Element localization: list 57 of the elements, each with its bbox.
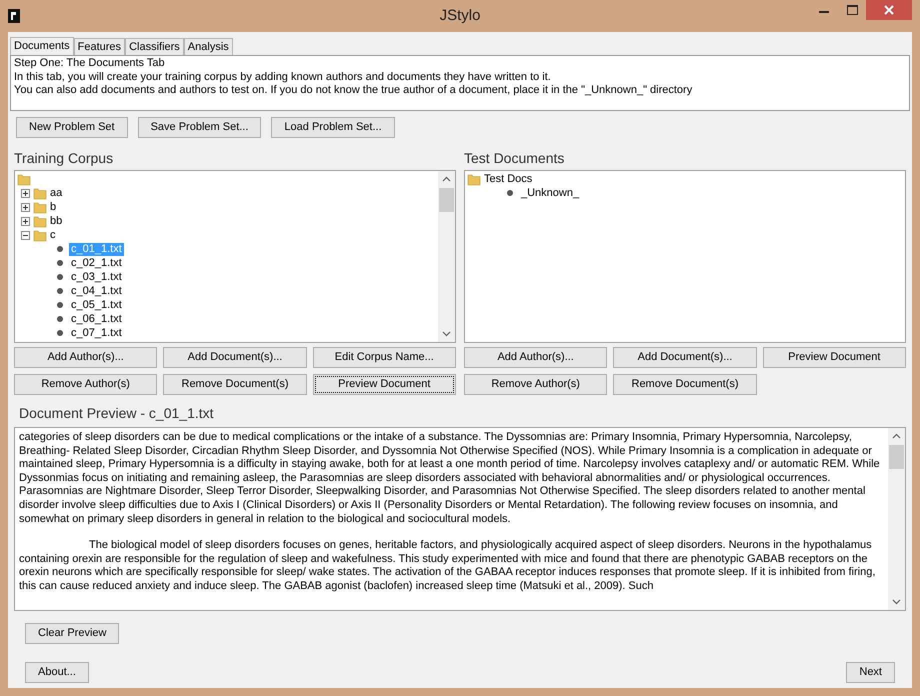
- preview-paragraph: The biological model of sleep disorders focuses on genes, heritable factors, and physiologically acquired aspect of sleep disorders. Neurons in the hypothalamus containing orexin are responsible for the regulation of sleep and wakefulness. This study experimented with mice and found that there are phenotypic GABAB receptors on the orexin neurons which are specifically responsible for sleep/ wake states. The activation of the GABAA receptor induces responses that promote sleep. If it is inhibited from firing, this can cause reduced anxiety and induce sleep. The GABAB agonist (baclofen) increased sleep time (Matsuki et al., 2009). Such: [19, 539, 876, 594]
- button[interactable]: Save Problem Set...: [138, 117, 262, 138]
- folder-icon: [33, 228, 47, 242]
- tree-item[interactable]: c_07_1.txt: [69, 326, 124, 340]
- scrollbar[interactable]: [888, 428, 905, 610]
- app-icon: [8, 9, 20, 23]
- button[interactable]: Preview Document: [762, 347, 906, 368]
- tree-item[interactable]: bb: [50, 214, 62, 228]
- button[interactable]: About...: [25, 662, 89, 683]
- tree-item[interactable]: c_03_1.txt: [69, 270, 124, 284]
- button[interactable]: Add Document(s)...: [163, 347, 307, 368]
- tree-item[interactable]: c_05_1.txt: [69, 298, 124, 312]
- button[interactable]: Remove Document(s): [613, 374, 757, 395]
- button[interactable]: Add Author(s)...: [14, 347, 158, 368]
- window-title: JStylo: [440, 6, 480, 26]
- button[interactable]: Remove Document(s): [163, 374, 307, 395]
- tree-item[interactable]: Test Docs: [484, 172, 532, 186]
- tree-item[interactable]: b: [50, 200, 56, 214]
- folder-icon: [467, 172, 481, 186]
- scrollbar[interactable]: [438, 171, 455, 342]
- button[interactable]: Remove Author(s): [464, 374, 608, 395]
- button[interactable]: Preview Document: [312, 374, 456, 395]
- button[interactable]: Add Document(s)...: [613, 347, 757, 368]
- folder-icon: [17, 172, 31, 186]
- tree-item[interactable]: _Unknown_: [519, 186, 582, 200]
- tab[interactable]: Features: [74, 38, 126, 55]
- scroll-thumb[interactable]: [889, 445, 904, 469]
- section-title: Training Corpus: [14, 149, 114, 168]
- button[interactable]: Clear Preview: [25, 623, 120, 644]
- expand-icon[interactable]: [21, 188, 30, 198]
- close-icon[interactable]: [884, 5, 894, 15]
- section-title: Document Preview - c_01_1.txt: [18, 404, 215, 423]
- button[interactable]: Add Author(s)...: [464, 347, 608, 368]
- close-button[interactable]: [866, 0, 912, 20]
- folder-icon: [33, 214, 47, 228]
- tree-item[interactable]: aa: [50, 186, 62, 200]
- tab[interactable]: Analysis: [184, 38, 233, 55]
- expand-icon[interactable]: [21, 216, 30, 226]
- folder-icon: [33, 186, 47, 200]
- tab[interactable]: Documents: [10, 37, 74, 55]
- section-title: Test Documents: [464, 149, 566, 168]
- tree-item[interactable]: c_06_1.txt: [69, 312, 124, 326]
- tree-item[interactable]: c_04_1.txt: [69, 284, 124, 298]
- preview-paragraph: categories of sleep disorders can be due to medical complications or the intake of a substance. The Dyssomnias are: Primary Insomnia, Primary Hypersomnia, Narcolepsy, Breathing- Related Sleep Disorder, Circadian Rhythm Sleep Disorder, and Dyssomnia Not Otherwise Specified (NOS). While Primary Insomnia is a complication in adequate or maintained sleep, Primary Hypersomnia is a difficulty in staying awake, both for at least a one month period of time. Narcolepsy involves cataplexy and/ or automatic REM. While Dyssonmias focus on initiating and remaining asleep, the Parasomnias are sleep disorders associated with behavioral abnormalities and/ or physiological occurrences. Parasomnias are Nightmare Disorder, Sleep Terror Disorder, Sleepwalking Disorder, and Parasomnias Not Otherwise Specified. The sleep disorders related to another mental disorder involve sleep difficulties due to Axis I (Clinical Disorders) or Axis II (Personality Disorders or Mental Retardation). The following review focuses on insomnia, and somewhat on primary sleep disorders in general in relation to the biological and sociocultural models.: [19, 431, 881, 526]
- button[interactable]: Edit Corpus Name...: [312, 347, 456, 368]
- collapse-icon[interactable]: [21, 230, 30, 240]
- button[interactable]: New Problem Set: [16, 117, 128, 138]
- scroll-thumb[interactable]: [439, 188, 454, 212]
- tree-item[interactable]: c: [50, 228, 56, 242]
- button[interactable]: Load Problem Set...: [271, 117, 395, 138]
- instructions-text: Step One: The Documents Tab In this tab, you will create your training corpus by adding known authors and documents they have written to it. You can also add documents and authors to test on. If you do not know the true author of a document, place it in the "_Unknown_" directory: [10, 55, 910, 111]
- tab[interactable]: Classifiers: [125, 38, 184, 55]
- button[interactable]: Remove Author(s): [14, 374, 158, 395]
- button[interactable]: Next: [846, 662, 895, 683]
- tree-item[interactable]: c_02_1.txt: [69, 256, 124, 270]
- folder-icon: [33, 200, 47, 214]
- expand-icon[interactable]: [21, 202, 30, 212]
